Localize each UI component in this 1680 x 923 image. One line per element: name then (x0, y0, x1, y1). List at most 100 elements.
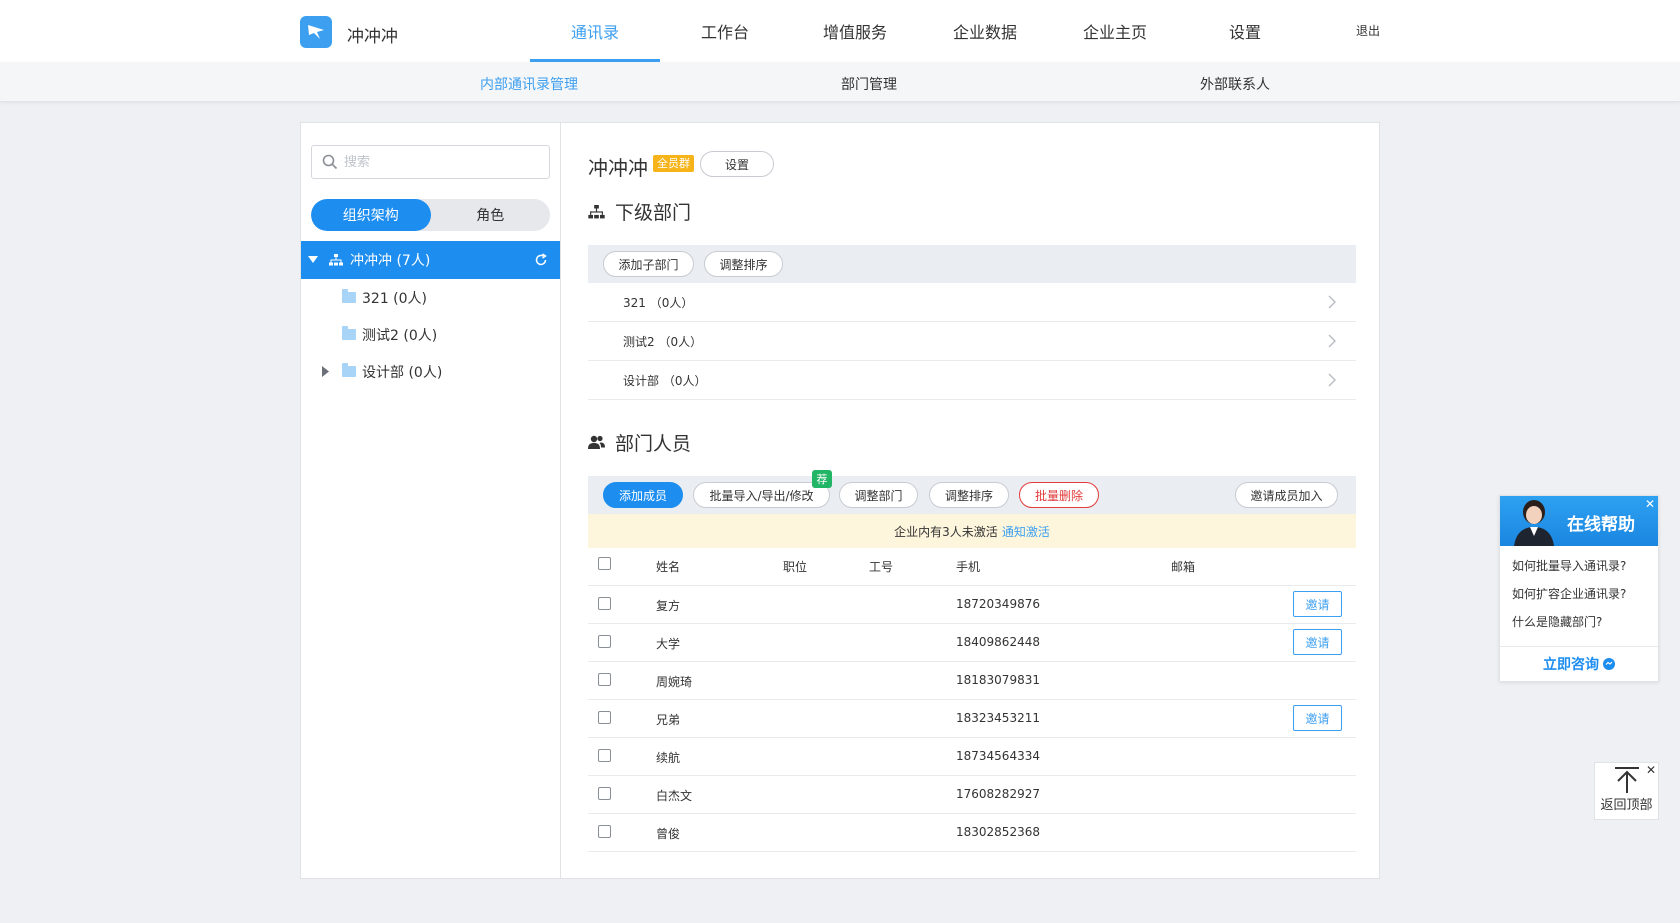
close-icon[interactable]: ✕ (1646, 763, 1656, 777)
search-icon (322, 154, 338, 170)
main-card: 组织架构 角色 冲冲冲 (7人) (300, 122, 1380, 879)
divider (588, 623, 1356, 624)
row-checkbox[interactable] (598, 825, 611, 838)
col-email: 邮箱 (1171, 560, 1196, 574)
help-title: 在线帮助 (1567, 515, 1635, 535)
tree-item-label: 设计部 (0人) (362, 364, 443, 381)
chevron-right-icon (1328, 373, 1336, 387)
member-name: 白杰文 (656, 789, 693, 803)
row-checkbox[interactable] (598, 787, 611, 800)
divider (588, 851, 1356, 852)
divider (588, 813, 1356, 814)
tree-item-test2[interactable]: 测试2 (0人) (301, 316, 560, 353)
refresh-icon[interactable] (534, 253, 548, 267)
tree-root-label: 冲冲冲 (7人) (350, 253, 431, 269)
members-section-title: 部门人员 (588, 429, 691, 456)
row-checkbox[interactable] (598, 749, 611, 762)
search-input[interactable] (344, 154, 534, 170)
tab-org-structure[interactable]: 组织架构 (311, 199, 431, 231)
subdept-toolbar: 添加子部门 调整排序 (588, 245, 1356, 283)
col-phone: 手机 (956, 560, 981, 574)
consult-now-button[interactable]: 立即咨询 (1500, 646, 1658, 681)
invite-button[interactable]: 邀请 (1293, 629, 1342, 655)
subdept-row[interactable]: 测试2 （0人） (588, 322, 1356, 361)
caret-down-icon[interactable] (308, 256, 318, 264)
select-all-checkbox[interactable] (598, 557, 611, 570)
app-logo[interactable] (300, 16, 332, 48)
notify-activate-link[interactable]: 通知激活 (1002, 523, 1050, 540)
tree-item-label: 测试2 (0人) (362, 327, 438, 344)
folder-icon (342, 289, 356, 303)
help-question-link[interactable]: 什么是隐藏部门? (1512, 613, 1602, 630)
notice-text: 企业内有3人未激活 (894, 524, 998, 539)
row-checkbox[interactable] (598, 635, 611, 648)
invite-button[interactable]: 邀请 (1293, 591, 1342, 617)
logout-link[interactable]: 退出 (1356, 22, 1380, 39)
nav-workbench[interactable]: 工作台 (660, 0, 790, 62)
help-question-link[interactable]: 如何扩容企业通讯录? (1512, 585, 1626, 602)
tab-roles[interactable]: 角色 (431, 199, 551, 231)
chevron-right-icon (1328, 295, 1336, 309)
tree-root-item[interactable]: 冲冲冲 (7人) (301, 241, 560, 279)
row-checkbox[interactable] (598, 597, 611, 610)
chat-bubble-icon (1603, 658, 1615, 670)
nav-contacts[interactable]: 通讯录 (530, 0, 660, 62)
caret-right-icon[interactable] (322, 366, 329, 377)
recommend-badge: 荐 (812, 470, 832, 488)
divider (588, 775, 1356, 776)
batch-import-export-button[interactable]: 批量导入/导出/修改 (693, 482, 830, 508)
subdept-row[interactable]: 设计部 （0人） (588, 361, 1356, 400)
subnav-internal-contacts[interactable]: 内部通讯录管理 (480, 74, 578, 94)
tree-item-321[interactable]: 321 (0人) (301, 279, 560, 316)
divider (588, 585, 1356, 586)
close-icon[interactable]: ✕ (1645, 497, 1655, 511)
nav-value-added[interactable]: 增值服务 (790, 0, 920, 62)
chevron-right-icon (1328, 334, 1336, 348)
add-member-button[interactable]: 添加成员 (603, 482, 683, 508)
people-icon (588, 435, 605, 449)
dept-settings-button[interactable]: 设置 (700, 151, 774, 177)
sidebar-tabs: 组织架构 角色 (311, 199, 550, 231)
top-navbar: 冲冲冲 通讯录 工作台 增值服务 企业数据 企业主页 设置 退出 (0, 0, 1680, 62)
sub-navbar: 内部通讯录管理 部门管理 外部联系人 (0, 62, 1680, 102)
member-name: 续航 (656, 751, 681, 765)
row-checkbox[interactable] (598, 711, 611, 724)
member-name: 大学 (656, 637, 681, 651)
member-name: 曾俊 (656, 827, 681, 841)
member-phone: 18734564334 (956, 749, 1040, 763)
subnav-dept-management[interactable]: 部门管理 (841, 74, 897, 94)
row-checkbox[interactable] (598, 673, 611, 686)
nav-enterprise-data[interactable]: 企业数据 (920, 0, 1050, 62)
wing-icon (308, 25, 324, 39)
help-question-link[interactable]: 如何批量导入通讯录? (1512, 557, 1626, 574)
tree-item-design[interactable]: 设计部 (0人) (301, 353, 560, 390)
divider (588, 661, 1356, 662)
activation-notice: 企业内有3人未激活 通知激活 (588, 514, 1356, 548)
member-name: 复方 (656, 599, 681, 613)
subdept-section-title: 下级部门 (588, 198, 691, 225)
nav-enterprise-home[interactable]: 企业主页 (1050, 0, 1180, 62)
invite-button[interactable]: 邀请 (1293, 705, 1342, 731)
member-sort-button[interactable]: 调整排序 (929, 482, 1009, 508)
back-to-top-label: 返回顶部 (1600, 798, 1653, 813)
folder-icon (342, 326, 356, 340)
nav-settings[interactable]: 设置 (1180, 0, 1310, 62)
subnav-external-contacts[interactable]: 外部联系人 (1200, 74, 1270, 94)
section-title-text: 部门人员 (615, 433, 692, 455)
batch-delete-button[interactable]: 批量删除 (1019, 482, 1099, 508)
subdept-row[interactable]: 321 （0人） (588, 283, 1356, 322)
section-title-text: 下级部门 (615, 202, 692, 224)
subdept-sort-button[interactable]: 调整排序 (704, 251, 783, 277)
add-subdept-button[interactable]: 添加子部门 (603, 251, 694, 277)
col-title: 职位 (783, 560, 808, 574)
member-phone: 18183079831 (956, 673, 1040, 687)
move-dept-button[interactable]: 调整部门 (839, 482, 918, 508)
members-toolbar: 添加成员 批量导入/导出/修改 荐 调整部门 调整排序 批量删除 邀请成员加入 (588, 470, 1356, 514)
search-box[interactable] (311, 145, 550, 179)
invite-join-button[interactable]: 邀请成员加入 (1235, 482, 1338, 508)
main-nav: 通讯录 工作台 增值服务 企业数据 企业主页 设置 (530, 0, 1310, 62)
tree-item-label: 321 (0人) (362, 290, 428, 307)
back-to-top-button[interactable]: ✕ 返回顶部 (1594, 762, 1659, 820)
subdept-row-label: 321 （0人） (623, 295, 694, 310)
subdept-row-label: 设计部 （0人） (623, 373, 707, 388)
